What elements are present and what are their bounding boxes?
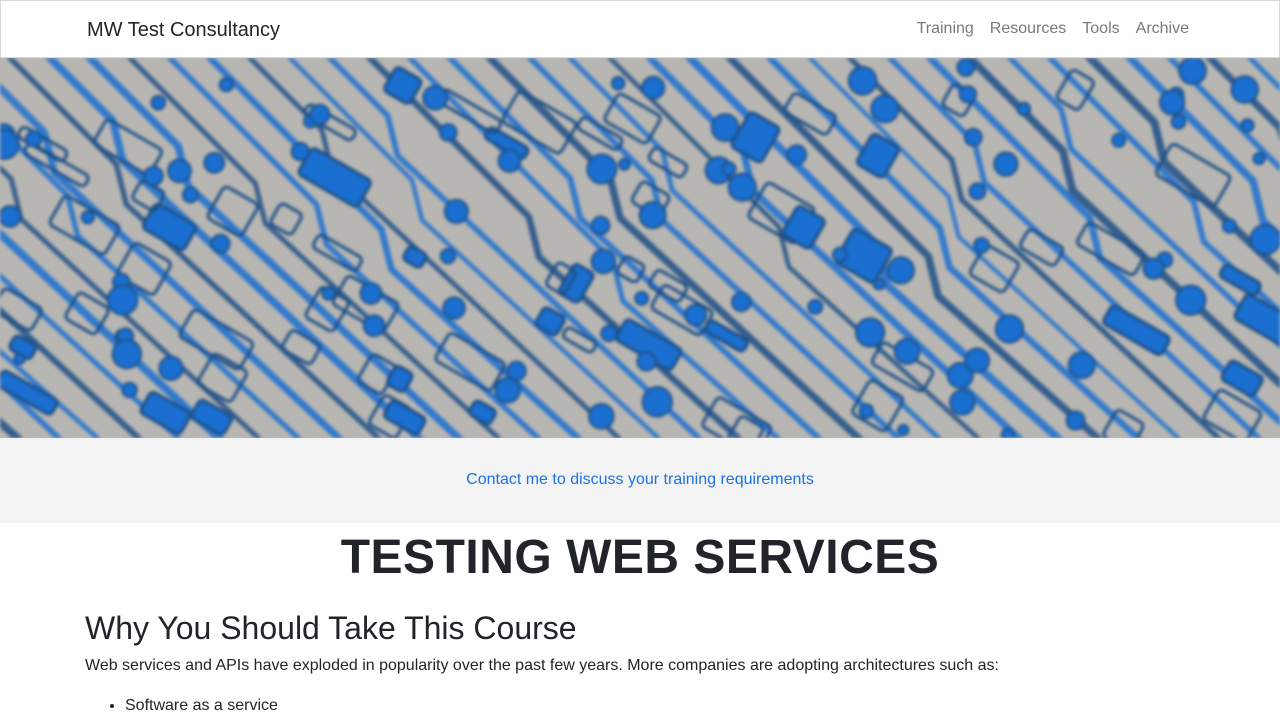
circuit-pad bbox=[1249, 223, 1280, 256]
circuit-pad bbox=[588, 402, 615, 430]
circuit-pad bbox=[1067, 351, 1096, 380]
nav-links: Training Resources Tools Archive bbox=[917, 19, 1189, 39]
section-heading: Why You Should Take This Course bbox=[85, 610, 577, 646]
circuit-pad bbox=[121, 381, 138, 399]
circuit-pad bbox=[858, 403, 875, 420]
circuit-pad bbox=[1178, 58, 1207, 86]
circuit-pad bbox=[359, 281, 383, 305]
circuit-pad bbox=[710, 113, 740, 143]
circuit-pad bbox=[590, 248, 617, 275]
circuit-pad bbox=[150, 94, 167, 111]
circuit-pad bbox=[949, 389, 976, 416]
list-item: Software as a service bbox=[125, 696, 278, 716]
circuit-pad bbox=[963, 127, 983, 147]
circuit-pad bbox=[600, 324, 618, 343]
circuit-pad bbox=[993, 151, 1019, 177]
nav-link-training[interactable]: Training bbox=[917, 19, 974, 39]
circuit-pad bbox=[181, 186, 199, 204]
circuit-pad bbox=[964, 347, 991, 374]
brand-link[interactable]: MW Test Consultancy bbox=[87, 18, 280, 42]
circuit-pad bbox=[1240, 118, 1255, 133]
contact-band: Contact me to discuss your training requ… bbox=[0, 438, 1280, 523]
circuit-pad bbox=[847, 65, 878, 96]
nav-link-archive[interactable]: Archive bbox=[1136, 19, 1189, 39]
circuit-pad bbox=[1175, 284, 1207, 316]
circuit-pad bbox=[442, 296, 466, 320]
circuit-pad bbox=[321, 285, 336, 301]
circuit-pad bbox=[586, 153, 618, 185]
circuit-pad bbox=[641, 75, 666, 100]
intro-paragraph: Web services and APIs have exploded in p… bbox=[85, 657, 999, 674]
circuit-pad bbox=[494, 377, 521, 404]
circuit-pad bbox=[203, 151, 226, 174]
circuit-pad bbox=[590, 215, 611, 236]
circuit-pad bbox=[1158, 89, 1186, 116]
circuit-pad bbox=[730, 291, 752, 313]
circuit-pad bbox=[684, 303, 708, 327]
circuit-pad bbox=[617, 157, 631, 171]
circuit-pad bbox=[308, 103, 331, 126]
circuit-pad bbox=[438, 123, 458, 142]
circuit-pad bbox=[831, 246, 848, 263]
circuit-pattern-image bbox=[0, 58, 1280, 438]
nav-link-resources[interactable]: Resources bbox=[990, 19, 1066, 39]
circuit-pad bbox=[786, 144, 808, 166]
circuit-pad bbox=[290, 141, 311, 162]
circuit-pad bbox=[106, 284, 139, 316]
circuit-pad bbox=[634, 290, 650, 306]
circuit-pad bbox=[610, 75, 626, 91]
circuit-pad bbox=[973, 236, 990, 254]
circuit-pad bbox=[638, 201, 667, 230]
circuit-pad bbox=[218, 77, 234, 93]
circuit-pad bbox=[1170, 113, 1187, 130]
circuit-pad bbox=[25, 130, 43, 148]
circuit-pad bbox=[443, 198, 469, 225]
page-title: TESTING WEB SERVICES bbox=[340, 531, 940, 584]
circuit-pad bbox=[13, 352, 26, 366]
hero-banner-image bbox=[0, 58, 1280, 438]
circuit-pad bbox=[636, 351, 657, 372]
circuit-pad bbox=[1111, 132, 1127, 148]
circuit-pad bbox=[210, 233, 231, 254]
circuit-pad bbox=[1016, 101, 1032, 117]
circuit-pad bbox=[1230, 75, 1260, 104]
circuit-pad bbox=[1000, 427, 1016, 438]
circuit-pad bbox=[872, 277, 886, 291]
circuit-pad bbox=[968, 182, 987, 201]
circuit-pad bbox=[80, 210, 95, 225]
circuit-pad bbox=[0, 128, 20, 160]
circuit-pad bbox=[897, 423, 910, 437]
circuit-pad bbox=[143, 165, 164, 187]
circuit-pad bbox=[506, 360, 527, 382]
nav-link-tools[interactable]: Tools bbox=[1082, 19, 1119, 39]
circuit-pad bbox=[893, 338, 921, 365]
circuit-pad bbox=[0, 204, 22, 228]
circuit-pad bbox=[111, 338, 143, 370]
circuit-pad bbox=[167, 158, 192, 184]
top-navbar: MW Test Consultancy Training Resources T… bbox=[0, 0, 1280, 58]
circuit-pad bbox=[886, 256, 915, 285]
circuit-pad bbox=[1221, 218, 1238, 234]
circuit-pad bbox=[362, 314, 386, 338]
circuit-pad bbox=[497, 149, 522, 173]
circuit-pad bbox=[956, 58, 976, 77]
contact-link[interactable]: Contact me to discuss your training requ… bbox=[466, 470, 814, 490]
circuit-pad bbox=[1252, 152, 1266, 166]
circuit-pad bbox=[994, 314, 1025, 344]
circuit-pad bbox=[422, 84, 449, 111]
circuit-pad bbox=[721, 161, 737, 177]
circuit-pad bbox=[870, 94, 900, 124]
circuit-pad bbox=[807, 298, 824, 315]
circuit-pad bbox=[958, 85, 978, 104]
circuit-pad bbox=[727, 172, 757, 202]
circuit-pad bbox=[1142, 257, 1165, 280]
circuit-pad bbox=[158, 355, 184, 382]
circuit-pad bbox=[854, 317, 886, 348]
circuit-pad bbox=[1065, 410, 1086, 431]
circuit-pad bbox=[439, 247, 457, 265]
architecture-list: Software as a service bbox=[125, 696, 278, 716]
circuit-pad bbox=[641, 386, 673, 418]
